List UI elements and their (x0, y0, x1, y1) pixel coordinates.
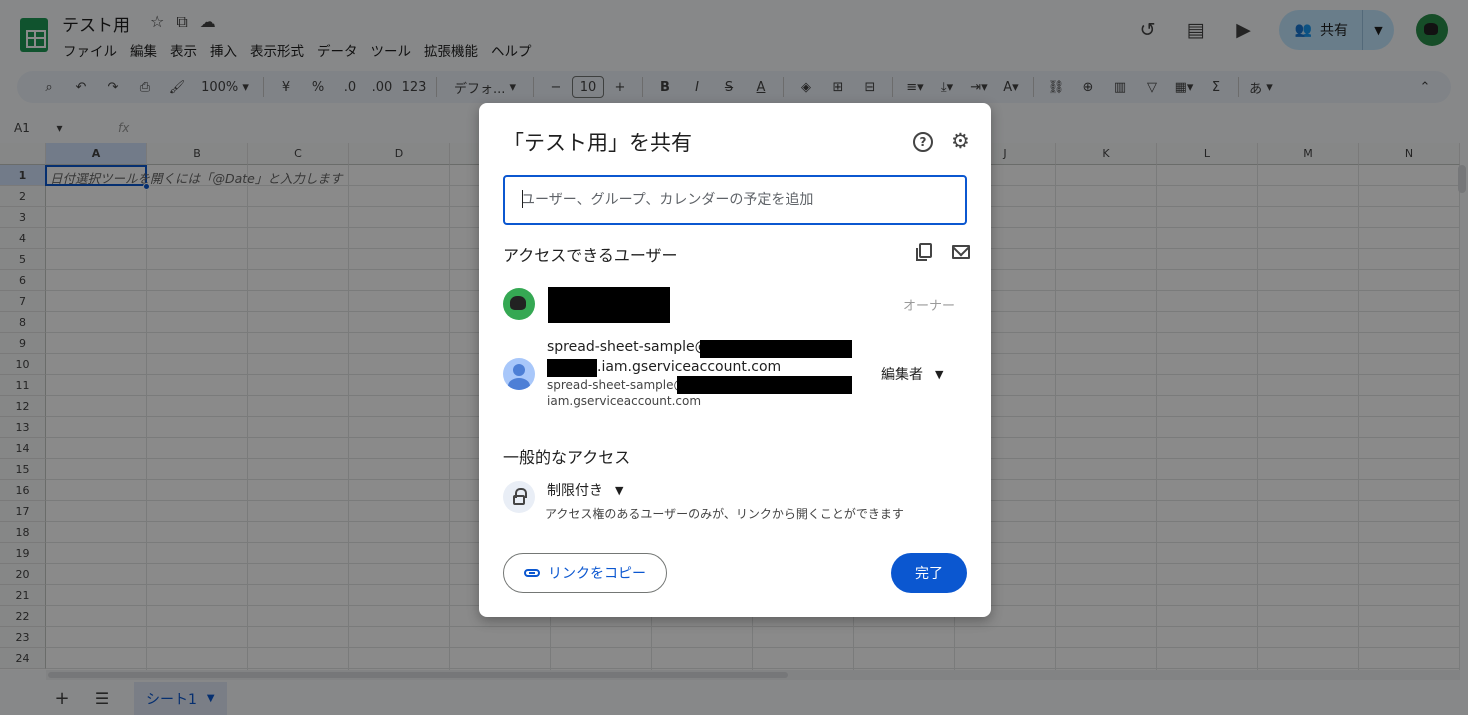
general-access-heading: 一般的なアクセス (503, 448, 631, 467)
dropdown-arrow-icon: ▼ (615, 483, 624, 497)
copy-link-button[interactable]: リンクをコピー (503, 553, 667, 593)
account-email-line1: spread-sheet-sample@ (547, 378, 686, 392)
lock-badge (503, 481, 535, 513)
default-avatar-icon (503, 358, 535, 390)
redacted-owner-name (548, 287, 670, 323)
help-icon[interactable]: ? (913, 132, 933, 152)
access-level-select[interactable]: 制限付き ▼ (547, 480, 623, 500)
owner-avatar (503, 288, 535, 320)
role-value: 編集者 (881, 367, 923, 383)
role-select[interactable]: 編集者 ▼ (881, 364, 943, 384)
owner-role-label: オーナー (902, 299, 955, 314)
add-people-input[interactable] (503, 175, 967, 225)
people-heading: アクセスできるユーザー (503, 246, 678, 265)
settings-gear-icon[interactable]: ⚙ (951, 130, 970, 152)
lock-icon (513, 488, 527, 505)
service-account-row: spread-sheet-sample@ .iam.gserviceaccoun… (503, 337, 967, 411)
account-name-line1: spread-sheet-sample@ (547, 339, 709, 355)
email-people-icon[interactable] (952, 245, 970, 259)
redacted-name-part (700, 340, 852, 358)
redacted-name-part (547, 359, 597, 377)
owner-row: オーナー (503, 287, 967, 323)
copy-link-label: リンクをコピー (548, 566, 646, 582)
link-icon (524, 569, 540, 577)
dialog-title: 「テスト用」を共有 (503, 131, 692, 155)
done-button[interactable]: 完了 (891, 553, 967, 593)
share-dialog: 「テスト用」を共有 ? ⚙ アクセスできるユーザー オーナー spread-sh… (479, 103, 991, 617)
account-email-line2: iam.gserviceaccount.com (547, 394, 702, 408)
account-name-line2: .iam.gserviceaccount.com (597, 359, 782, 375)
redacted-email-part (677, 376, 852, 394)
dropdown-arrow-icon: ▼ (935, 367, 944, 381)
text-cursor (522, 190, 523, 208)
access-description: アクセス権のあるユーザーのみが、リンクから開くことができます (545, 507, 904, 521)
access-level-value: 制限付き (547, 483, 603, 499)
copy-emails-icon[interactable] (915, 243, 933, 261)
